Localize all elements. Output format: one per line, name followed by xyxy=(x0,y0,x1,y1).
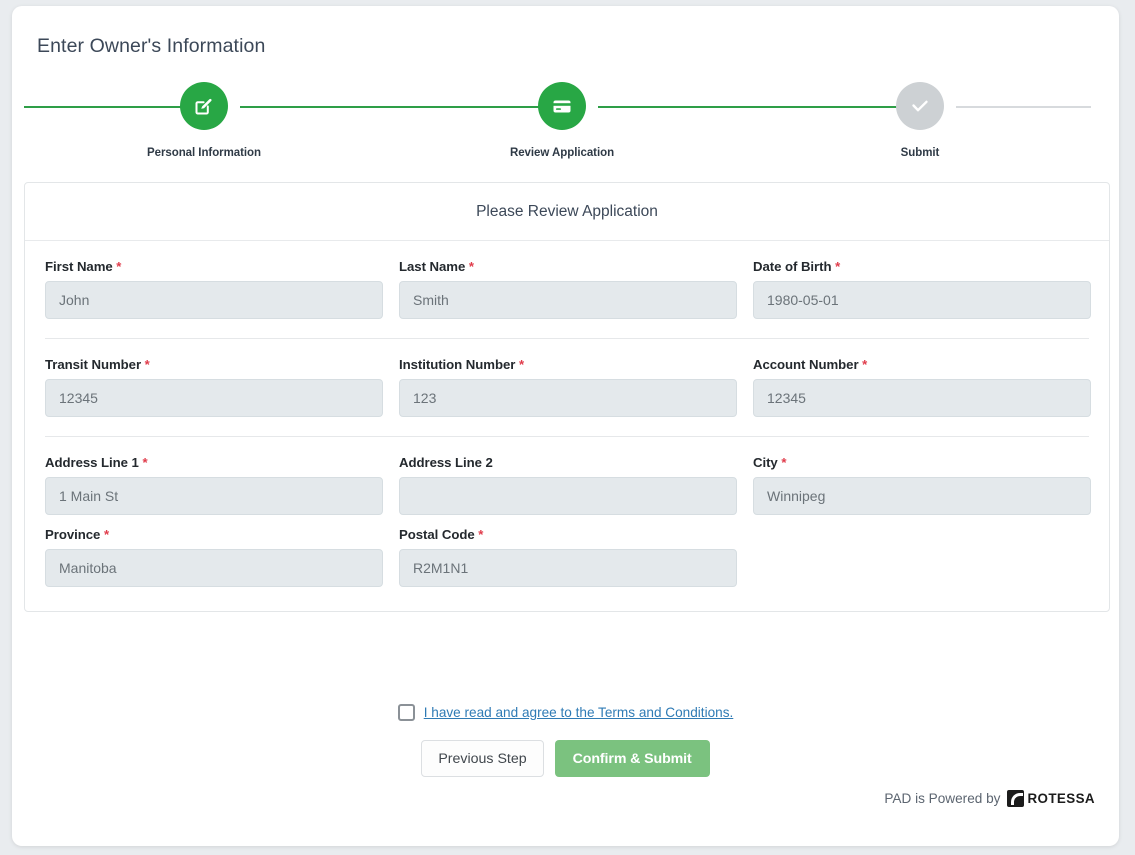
credit-card-icon xyxy=(538,82,586,130)
required-marker: * xyxy=(518,357,525,372)
terms-checkbox[interactable] xyxy=(397,704,415,721)
field-group-address-line-2: Address Line 2 xyxy=(399,455,737,515)
section-divider xyxy=(45,338,1089,339)
stepper-step-submit[interactable]: Submit xyxy=(860,82,980,159)
required-marker: * xyxy=(835,259,841,274)
stepper-step-label: Review Application xyxy=(509,147,615,159)
postal-code-input[interactable]: R2M1N1 xyxy=(399,549,737,587)
date-of-birth-input[interactable]: 1980-05-01 xyxy=(753,281,1091,319)
field-group-last-name: Last Name * Smith xyxy=(399,259,737,319)
panel-body: First Name * John Last Name * Smith Date… xyxy=(25,241,1109,611)
required-marker: * xyxy=(862,357,868,372)
field-group-postal-code: Postal Code * R2M1N1 xyxy=(399,527,737,587)
page-title: Enter Owner's Information xyxy=(37,35,266,57)
date-of-birth-label: Date of Birth * xyxy=(753,259,841,274)
field-group-city: City * Winnipeg xyxy=(753,455,1091,515)
terms-and-conditions-link[interactable]: I have read and agree to the Terms and C… xyxy=(424,705,734,720)
row-spacer xyxy=(45,515,1089,527)
required-marker: * xyxy=(144,357,150,372)
powered-by-text: PAD is Powered by xyxy=(884,791,1001,806)
transit-number-input[interactable]: 12345 xyxy=(45,379,383,417)
stepper-step-personal-information[interactable]: Personal Information xyxy=(144,82,264,159)
first-name-label: First Name * xyxy=(45,259,122,274)
rotessa-logo: ROTESSA xyxy=(1007,790,1095,807)
required-marker: * xyxy=(116,259,122,274)
required-marker: * xyxy=(781,455,787,470)
edit-square-icon xyxy=(180,82,228,130)
panel-heading: Please Review Application xyxy=(25,183,1109,241)
required-marker: * xyxy=(142,455,148,470)
city-label: City * xyxy=(753,455,787,470)
address-line-2-input[interactable] xyxy=(399,477,737,515)
account-number-label: Account Number * xyxy=(753,357,868,372)
address-line-1-label: Address Line 1 * xyxy=(45,455,148,470)
confirm-and-submit-button[interactable]: Confirm & Submit xyxy=(554,740,710,777)
rotessa-logo-wordmark: ROTESSA xyxy=(1027,791,1095,806)
field-group-date-of-birth: Date of Birth * 1980-05-01 xyxy=(753,259,1091,319)
powered-by-footer: PAD is Powered by ROTESSA xyxy=(884,790,1095,807)
stepper-step-label: Personal Information xyxy=(146,147,262,159)
first-name-input[interactable]: John xyxy=(45,281,383,319)
field-group-address-line-1: Address Line 1 * 1 Main St xyxy=(45,455,383,515)
field-group-province: Province * Manitoba xyxy=(45,527,383,587)
field-row-address: Address Line 1 * 1 Main St Address Line … xyxy=(45,455,1091,515)
account-number-input[interactable]: 12345 xyxy=(753,379,1091,417)
application-card: Enter Owner's Information Personal Infor… xyxy=(12,6,1119,846)
progress-stepper: Personal Information Review Application … xyxy=(12,82,1119,168)
rotessa-logo-mark-icon xyxy=(1007,790,1025,807)
field-row-bank: Transit Number * 12345 Institution Numbe… xyxy=(45,357,1091,417)
section-divider xyxy=(45,436,1089,437)
check-icon xyxy=(896,82,944,130)
institution-number-label: Institution Number * xyxy=(399,357,525,372)
field-group-transit-number: Transit Number * 12345 xyxy=(45,357,383,417)
review-application-panel: Please Review Application First Name * J… xyxy=(24,182,1110,612)
stepper-step-review-application[interactable]: Review Application xyxy=(502,82,622,159)
stepper-step-label: Submit xyxy=(900,147,940,159)
required-marker: * xyxy=(103,527,110,542)
address-line-2-label: Address Line 2 xyxy=(399,455,493,470)
field-row-region: Province * Manitoba Postal Code * R2M1N1 xyxy=(45,527,1089,587)
field-group-empty xyxy=(753,527,1091,587)
address-line-1-input[interactable]: 1 Main St xyxy=(45,477,383,515)
required-marker: * xyxy=(478,527,484,542)
province-input[interactable]: Manitoba xyxy=(45,549,383,587)
required-marker: * xyxy=(468,259,474,274)
province-label: Province * xyxy=(45,527,110,542)
field-row-name: First Name * John Last Name * Smith Date… xyxy=(45,259,1091,319)
institution-number-input[interactable]: 123 xyxy=(399,379,737,417)
transit-number-label: Transit Number * xyxy=(45,357,150,372)
field-group-first-name: First Name * John xyxy=(45,259,383,319)
postal-code-label: Postal Code * xyxy=(399,527,484,542)
field-group-account-number: Account Number * 12345 xyxy=(753,357,1091,417)
city-input[interactable]: Winnipeg xyxy=(753,477,1091,515)
last-name-input[interactable]: Smith xyxy=(399,281,737,319)
terms-agreement-row: I have read and agree to the Terms and C… xyxy=(12,704,1119,721)
last-name-label: Last Name * xyxy=(399,259,474,274)
field-group-institution-number: Institution Number * 123 xyxy=(399,357,737,417)
previous-step-button[interactable]: Previous Step xyxy=(421,740,544,777)
form-actions: Previous Step Confirm & Submit xyxy=(12,740,1119,777)
